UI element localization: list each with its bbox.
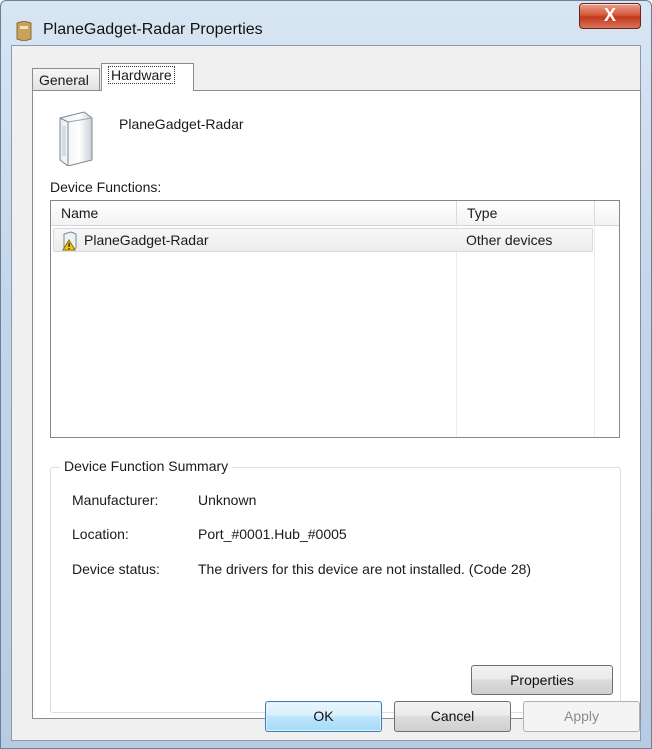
list-header: Name Type xyxy=(51,201,619,226)
list-item-type: Other devices xyxy=(466,232,553,248)
device-icon xyxy=(16,21,32,41)
properties-dialog: PlaneGadget-Radar Properties X General H… xyxy=(0,0,652,749)
tab-general-label: General xyxy=(39,72,89,88)
apply-button[interactable]: Apply xyxy=(523,701,640,732)
close-button[interactable]: X xyxy=(579,3,641,29)
device-status-label: Device status: xyxy=(72,561,160,577)
manufacturer-value: Unknown xyxy=(198,492,257,508)
device-status-value: The drivers for this device are not inst… xyxy=(198,561,532,577)
hardware-tab-panel: PlaneGadget-Radar Device Functions: Name… xyxy=(32,90,641,719)
column-gridline xyxy=(594,225,595,437)
column-header-name[interactable]: Name xyxy=(61,205,98,221)
location-label: Location: xyxy=(72,526,129,542)
device-name: PlaneGadget-Radar xyxy=(119,116,244,132)
column-gridline xyxy=(456,225,457,437)
computer-tower-icon xyxy=(59,111,93,166)
properties-button[interactable]: Properties xyxy=(471,665,613,695)
device-warning-icon xyxy=(62,231,77,251)
list-item[interactable]: PlaneGadget-Radar Other devices xyxy=(53,228,593,252)
device-functions-label: Device Functions: xyxy=(50,179,162,195)
summary-group-legend: Device Function Summary xyxy=(60,458,233,474)
list-item-name: PlaneGadget-Radar xyxy=(84,232,209,248)
column-header-type[interactable]: Type xyxy=(467,205,497,221)
location-value: Port_#0001.Hub_#0005 xyxy=(198,526,347,542)
ok-button[interactable]: OK xyxy=(265,701,382,732)
tab-hardware[interactable]: Hardware xyxy=(101,63,194,91)
column-separator[interactable] xyxy=(456,201,457,225)
tab-general[interactable]: General xyxy=(32,68,100,90)
window-title: PlaneGadget-Radar Properties xyxy=(43,21,263,38)
device-functions-list[interactable]: Name Type PlaneGadget-Radar Other device… xyxy=(50,200,620,438)
cancel-button[interactable]: Cancel xyxy=(394,701,511,732)
dialog-client-area: General Hardware PlaneGadget-Radar Devic… xyxy=(11,45,641,741)
tab-hardware-label: Hardware xyxy=(108,66,175,84)
column-separator[interactable] xyxy=(594,201,595,225)
manufacturer-label: Manufacturer: xyxy=(72,492,159,508)
